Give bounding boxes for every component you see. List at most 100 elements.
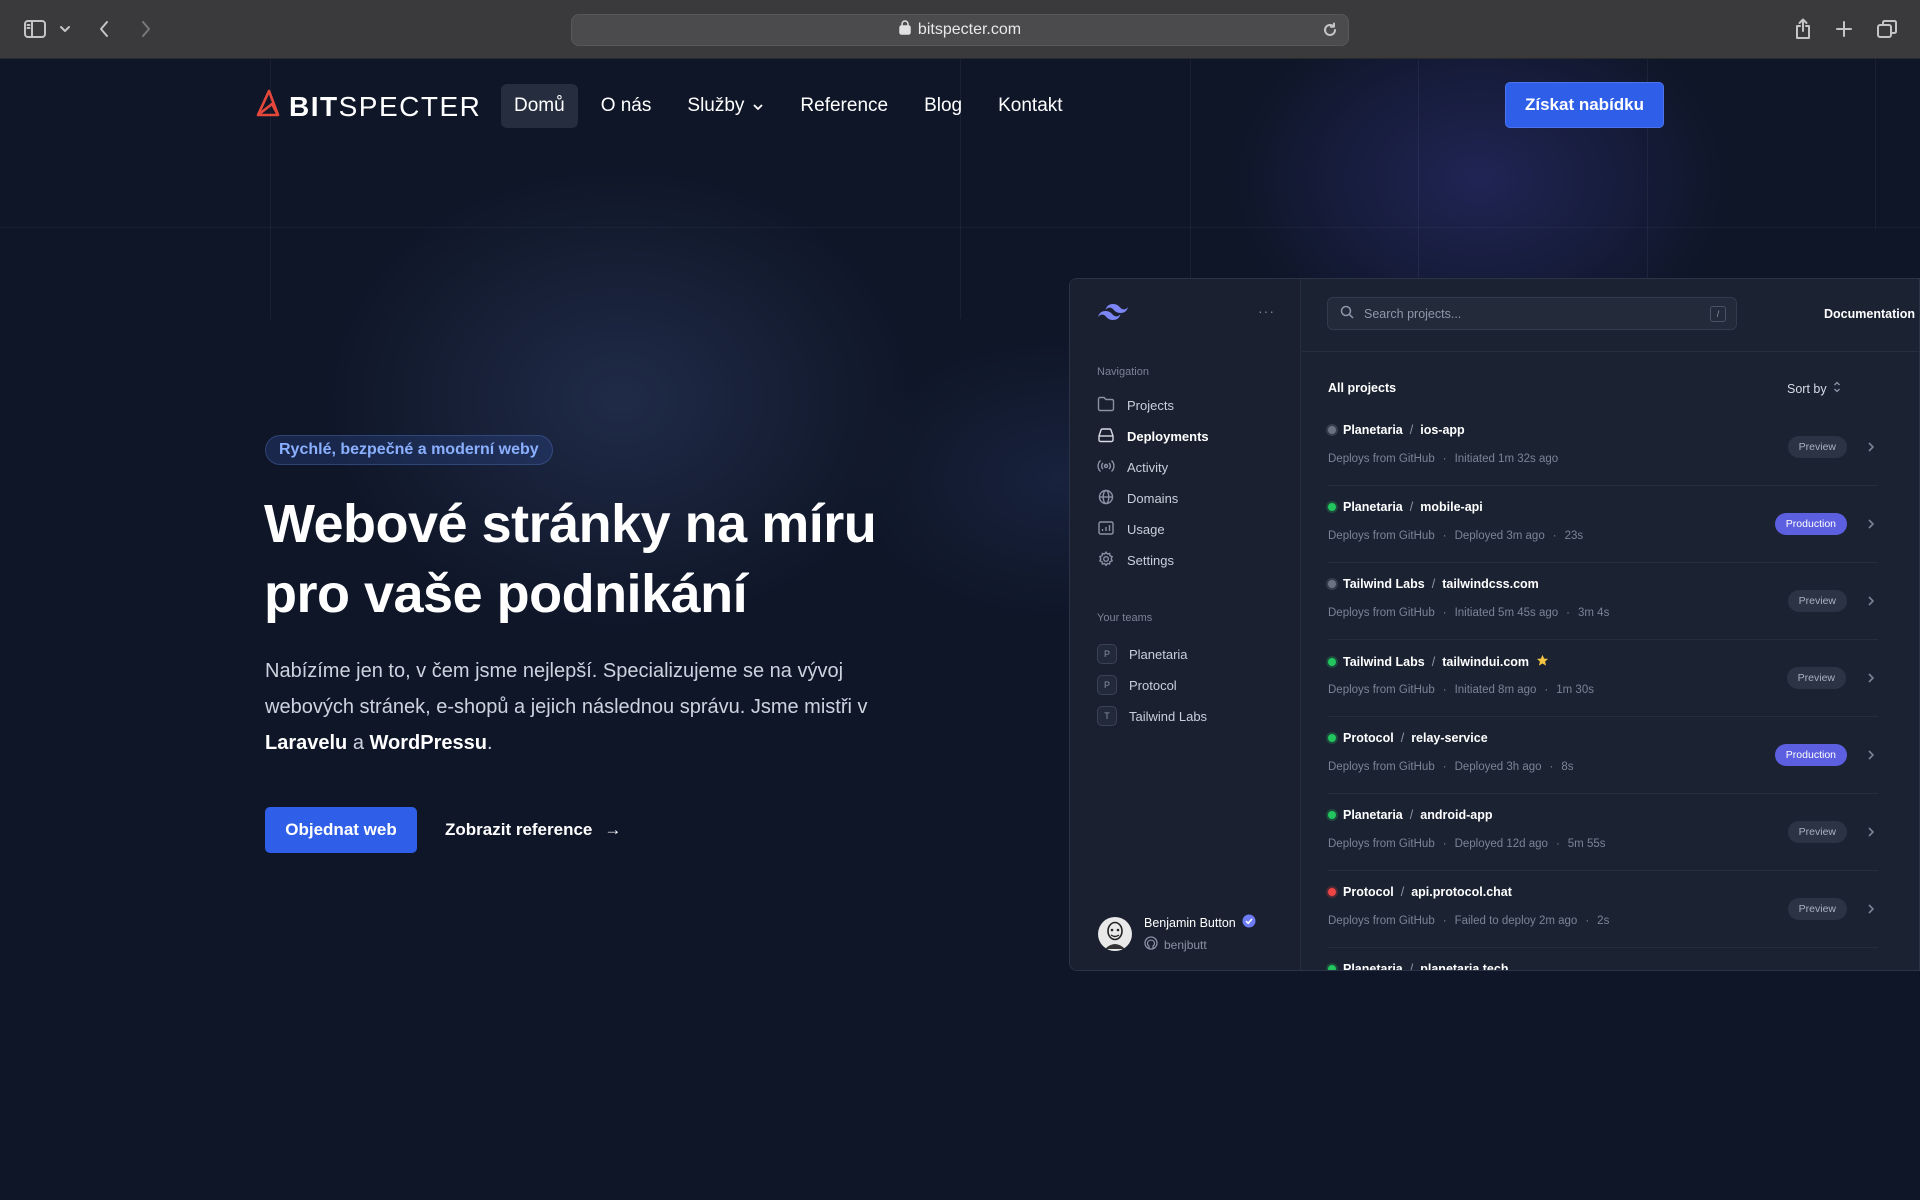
mockup-sidebar: ··· Navigation Projects Deployments Acti… bbox=[1070, 279, 1301, 970]
chevron-right-icon[interactable] bbox=[1867, 902, 1875, 920]
sidebar-item-label: Activity bbox=[1127, 460, 1169, 475]
documentation-link[interactable]: Documentation bbox=[1824, 307, 1915, 321]
get-offer-button[interactable]: Získat nabídku bbox=[1505, 82, 1664, 128]
project-team: Tailwind Labs bbox=[1343, 577, 1425, 591]
chevron-down-icon bbox=[752, 95, 764, 117]
signal-icon bbox=[1097, 458, 1115, 477]
nav-label: Kontakt bbox=[998, 95, 1063, 116]
chevron-right-icon[interactable] bbox=[1867, 517, 1875, 535]
back-arrow-icon[interactable] bbox=[92, 14, 116, 44]
sidebar-item-usage[interactable]: Usage bbox=[1097, 520, 1165, 539]
project-row[interactable]: Planetaria / planetaria.tech bbox=[1328, 948, 1878, 971]
search-input[interactable]: Search projects... / bbox=[1327, 297, 1737, 330]
sidebar-item-activity[interactable]: Activity bbox=[1097, 458, 1168, 477]
forward-arrow-icon[interactable] bbox=[134, 14, 158, 44]
sidebar-item-label: Usage bbox=[1127, 522, 1165, 537]
tailwind-logo-icon bbox=[1098, 303, 1128, 326]
environment-badge: Preview bbox=[1787, 590, 1847, 612]
separator: / bbox=[1431, 655, 1436, 669]
nav-item-home[interactable]: Domů bbox=[501, 84, 578, 128]
show-references-link[interactable]: Zobrazit reference → bbox=[445, 807, 621, 853]
meta-text: · bbox=[1442, 838, 1447, 850]
meta-text: Initiated 5m 45s ago bbox=[1454, 607, 1559, 619]
project-row[interactable]: Protocol / relay-service Deploys from GitHu… bbox=[1328, 717, 1878, 794]
sidebar-team-protocol[interactable]: P Protocol bbox=[1097, 675, 1177, 695]
url-text: bitspecter.com bbox=[917, 21, 1022, 38]
tab-group-chevron-down-icon[interactable] bbox=[56, 14, 74, 44]
meta-text: Deploys from GitHub bbox=[1328, 453, 1435, 465]
project-meta: Deploys from GitHub · Failed to deploy 2m … bbox=[1328, 915, 1609, 927]
share-icon[interactable] bbox=[1791, 14, 1815, 44]
nav-item-services[interactable]: Služby bbox=[674, 84, 777, 128]
meta-text: · bbox=[1549, 761, 1554, 773]
user-handle: benjbutt bbox=[1164, 937, 1207, 952]
chevron-right-icon[interactable] bbox=[1867, 440, 1875, 458]
hero-text-strong: Laravelu bbox=[265, 732, 348, 754]
project-title: Planetaria / ios-app bbox=[1328, 423, 1465, 437]
environment-badge: Production bbox=[1774, 513, 1847, 535]
teams-heading: Your teams bbox=[1097, 612, 1153, 624]
meta-text: · bbox=[1442, 761, 1447, 773]
site-logo[interactable]: BITSPECTER bbox=[255, 89, 481, 124]
meta-text: · bbox=[1442, 915, 1447, 927]
sidebar-item-deployments[interactable]: Deployments bbox=[1097, 427, 1209, 446]
sort-by-button[interactable]: Sort by bbox=[1787, 381, 1841, 396]
user-profile[interactable]: Benjamin Button benjbutt bbox=[1098, 914, 1256, 953]
team-avatar: P bbox=[1097, 644, 1117, 664]
separator: / bbox=[1409, 423, 1414, 437]
nav-label: Domů bbox=[514, 95, 565, 116]
status-dot bbox=[1328, 811, 1336, 819]
nav-item-blog[interactable]: Blog bbox=[911, 84, 975, 128]
meta-text: Deploys from GitHub bbox=[1328, 607, 1435, 619]
separator: / bbox=[1409, 962, 1414, 971]
avatar bbox=[1098, 916, 1132, 951]
meta-text: · bbox=[1442, 453, 1447, 465]
team-avatar: P bbox=[1097, 675, 1117, 695]
project-row[interactable]: Tailwind Labs / tailwindui.com Deploys from… bbox=[1328, 640, 1878, 717]
nav-label: O nás bbox=[600, 95, 652, 116]
navigation-heading: Navigation bbox=[1097, 366, 1149, 378]
chevron-right-icon[interactable] bbox=[1867, 671, 1875, 689]
arrow-right-icon: → bbox=[604, 820, 622, 839]
project-row[interactable]: Planetaria / ios-app Deploys from GitHub · In… bbox=[1328, 409, 1878, 486]
sidebar-toggle-icon[interactable] bbox=[20, 14, 50, 44]
sidebar-team-planetaria[interactable]: P Planetaria bbox=[1097, 644, 1188, 664]
meta-text: · bbox=[1442, 607, 1447, 619]
verified-badge-icon bbox=[1242, 914, 1256, 931]
sidebar-item-settings[interactable]: Settings bbox=[1097, 551, 1174, 570]
project-row[interactable]: Tailwind Labs / tailwindcss.com Deploys fro… bbox=[1328, 563, 1878, 640]
meta-text: 2s bbox=[1597, 915, 1610, 927]
hero-title-line: pro vaše podnikání bbox=[264, 564, 748, 624]
sidebar-item-domains[interactable]: Domains bbox=[1097, 489, 1178, 508]
nav-item-about[interactable]: O nás bbox=[588, 84, 665, 128]
user-name: Benjamin Button bbox=[1144, 915, 1236, 930]
tab-overview-icon[interactable] bbox=[1874, 14, 1900, 44]
project-title: Protocol / api.protocol.chat bbox=[1328, 885, 1512, 899]
project-meta: Deploys from GitHub · Initiated 1m 32s ago bbox=[1328, 453, 1558, 465]
nav-item-references[interactable]: Reference bbox=[787, 84, 901, 128]
nav-item-contact[interactable]: Kontakt bbox=[985, 84, 1075, 128]
sidebar-team-tailwind-labs[interactable]: T Tailwind Labs bbox=[1097, 706, 1207, 726]
sidebar-item-projects[interactable]: Projects bbox=[1097, 396, 1174, 415]
environment-badge: Production bbox=[1774, 744, 1847, 766]
chevron-right-icon[interactable] bbox=[1867, 594, 1875, 612]
project-title: Protocol / relay-service bbox=[1328, 731, 1488, 745]
hero-text: a bbox=[347, 732, 370, 754]
server-icon bbox=[1097, 427, 1115, 446]
reload-icon[interactable] bbox=[1322, 22, 1338, 43]
meta-text: Deploys from GitHub bbox=[1328, 915, 1435, 927]
project-row[interactable]: Protocol / api.protocol.chat Deploys from G… bbox=[1328, 871, 1878, 948]
logo-mark-icon bbox=[255, 89, 281, 124]
address-bar[interactable]: bitspecter.com bbox=[571, 14, 1349, 46]
chevron-right-icon[interactable] bbox=[1867, 748, 1875, 766]
sidebar-item-label: Domains bbox=[1127, 491, 1179, 506]
chevron-right-icon[interactable] bbox=[1867, 825, 1875, 843]
new-tab-plus-icon[interactable] bbox=[1832, 14, 1856, 44]
more-options-icon[interactable]: ··· bbox=[1258, 303, 1275, 319]
project-meta: Deploys from GitHub · Deployed 3m ago · 23s bbox=[1328, 530, 1583, 542]
order-web-button[interactable]: Objednat web bbox=[265, 807, 417, 853]
separator: / bbox=[1409, 500, 1414, 514]
project-row[interactable]: Planetaria / android-app Deploys from GitHu… bbox=[1328, 794, 1878, 871]
meta-text: Initiated 8m ago bbox=[1454, 684, 1537, 696]
project-row[interactable]: Planetaria / mobile-api Deploys from GitHub… bbox=[1328, 486, 1878, 563]
